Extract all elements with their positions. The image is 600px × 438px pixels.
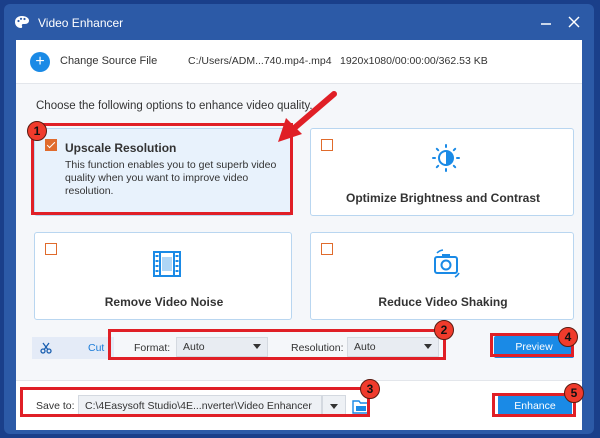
brightness-icon [432,144,460,172]
shaking-checkbox[interactable] [321,243,333,255]
badge-2: 2 [434,320,454,340]
minimize-button[interactable] [536,12,556,32]
noise-title: Remove Video Noise [104,295,224,309]
title-bar: Video Enhancer [4,4,594,40]
option-reduce-shaking[interactable]: Reduce Video Shaking [310,232,574,320]
shaking-title: Reduce Video Shaking [378,295,508,309]
cut-button[interactable]: Cut [32,337,114,359]
palette-icon [15,16,29,28]
format-label: Format: [134,342,171,354]
source-bar: + Change Source File C:/Users/ADM...740.… [16,40,582,84]
resolution-value: Auto [354,341,376,353]
noise-checkbox[interactable] [45,243,57,255]
cut-label: Cut [88,342,105,354]
format-value: Auto [183,341,205,353]
enhance-button[interactable]: Enhance [498,395,572,417]
badge-5: 5 [564,383,584,403]
save-to-label: Save to: [36,400,75,412]
upscale-title: Upscale Resolution [65,141,177,155]
option-remove-noise[interactable]: Remove Video Noise [34,232,292,320]
upscale-checkbox[interactable] [45,139,57,151]
badge-3: 3 [360,379,380,399]
badge-4: 4 [558,327,578,347]
source-path: C:/Users/ADM...740.mp4-.mp4 [188,55,332,67]
intro-text: Choose the following options to enhance … [36,100,313,112]
chevron-down-icon [253,344,261,349]
minimize-icon [541,23,551,25]
source-info: 1920x1080/00:00:00/362.53 KB [340,55,488,67]
change-source-button[interactable]: Change Source File [60,55,157,67]
save-path-dropdown[interactable] [322,395,346,417]
resolution-select[interactable]: Auto [347,337,439,357]
chevron-down-icon [424,344,432,349]
option-optimize-brightness[interactable]: Optimize Brightness and Contrast [310,128,574,216]
plus-icon[interactable]: + [30,52,50,72]
window-title: Video Enhancer [38,16,124,30]
close-icon [568,16,580,28]
save-path-field[interactable]: C:\4Easysoft Studio\4E...nverter\Video E… [78,395,322,417]
chevron-down-icon [330,404,338,409]
format-select[interactable]: Auto [176,337,268,357]
pointer-arrow [278,91,337,142]
camera-rotate-icon [434,249,460,278]
close-button[interactable] [564,12,584,32]
film-icon [153,251,181,277]
upscale-description: This function enables you to get superb … [65,159,277,197]
option-upscale-resolution[interactable]: Upscale Resolution This function enables… [34,128,292,216]
folder-icon[interactable] [352,398,370,414]
badge-1: 1 [27,121,47,141]
brightness-title: Optimize Brightness and Contrast [345,191,541,205]
video-enhancer-window: Video Enhancer + Change Source File C:/U… [4,4,594,434]
resolution-label: Resolution: [291,342,344,354]
scissors-icon [40,342,52,354]
